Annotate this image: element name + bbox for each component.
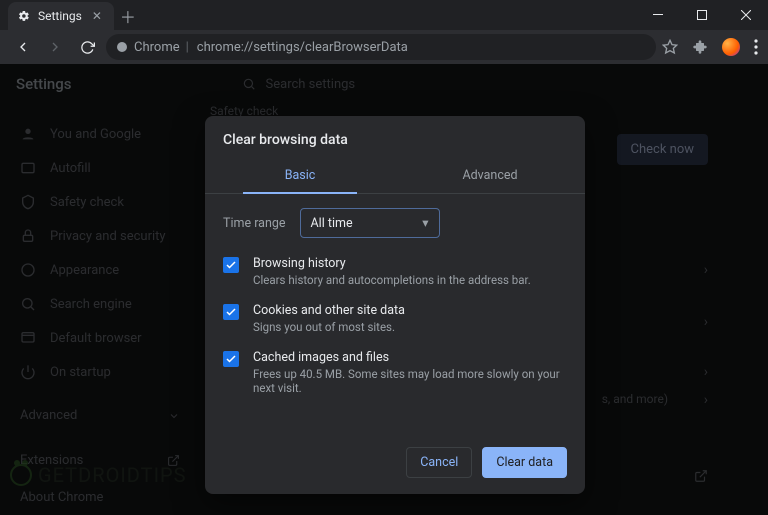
tab-title: Settings — [38, 9, 82, 23]
clear-browsing-data-dialog: Clear browsing data Basic Advanced Time … — [205, 116, 585, 494]
site-info[interactable]: Chrome | — [116, 40, 189, 55]
checkbox-checked-icon[interactable] — [223, 257, 239, 273]
close-window-button[interactable] — [724, 0, 768, 30]
option-subtitle: Frees up 40.5 MB. Some sites may load mo… — [253, 367, 567, 395]
clear-data-button[interactable]: Clear data — [482, 447, 567, 478]
profile-avatar[interactable] — [722, 38, 740, 56]
tab-advanced[interactable]: Advanced — [395, 158, 585, 193]
window-controls — [636, 0, 768, 30]
chevron-down-icon: ▾ — [422, 215, 428, 231]
back-button[interactable] — [10, 34, 36, 60]
option-subtitle: Signs you out of most sites. — [253, 320, 405, 334]
minimize-button[interactable] — [636, 0, 680, 30]
titlebar: Settings ✕ ＋ — [0, 0, 768, 30]
checkbox-checked-icon[interactable] — [223, 351, 239, 367]
maximize-button[interactable] — [680, 0, 724, 30]
option-title: Cached images and files — [253, 350, 567, 365]
option-title: Browsing history — [253, 256, 531, 271]
browser-toolbar: Chrome | chrome://settings/clearBrowserD… — [0, 30, 768, 64]
option-subtitle: Clears history and autocompletions in th… — [253, 273, 531, 287]
option-title: Cookies and other site data — [253, 303, 405, 318]
extensions-icon[interactable] — [692, 39, 708, 55]
option-browsing-history[interactable]: Browsing history Clears history and auto… — [223, 256, 567, 287]
browser-tab-settings[interactable]: Settings ✕ — [8, 2, 114, 30]
gear-icon — [18, 10, 30, 22]
settings-page: Settings Search settings Safety check Yo… — [0, 64, 768, 515]
option-cookies[interactable]: Cookies and other site data Signs you ou… — [223, 303, 567, 334]
url-separator: | — [186, 40, 189, 55]
address-bar[interactable]: Chrome | chrome://settings/clearBrowserD… — [106, 34, 656, 60]
time-range-label: Time range — [223, 216, 286, 231]
cancel-button[interactable]: Cancel — [406, 447, 472, 478]
url-path: chrome://settings/clearBrowserData — [197, 40, 408, 55]
chrome-window: Settings ✕ ＋ — [0, 0, 768, 515]
tab-basic[interactable]: Basic — [205, 158, 395, 193]
close-tab-icon[interactable]: ✕ — [90, 9, 104, 23]
menu-icon[interactable] — [754, 39, 758, 55]
time-range-row: Time range All time ▾ — [205, 194, 585, 246]
time-range-value: All time — [311, 216, 353, 231]
bookmark-star-icon[interactable] — [662, 39, 678, 55]
dialog-title: Clear browsing data — [205, 116, 585, 158]
url-scheme: Chrome — [134, 40, 180, 55]
reload-button[interactable] — [74, 34, 100, 60]
checkbox-checked-icon[interactable] — [223, 304, 239, 320]
option-cache[interactable]: Cached images and files Frees up 40.5 MB… — [223, 350, 567, 395]
tab-strip: Settings ✕ ＋ — [0, 0, 636, 30]
dialog-tabs: Basic Advanced — [205, 158, 585, 194]
clear-options-list: Browsing history Clears history and auto… — [205, 246, 585, 403]
dialog-buttons: Cancel Clear data — [205, 403, 585, 494]
new-tab-button[interactable]: ＋ — [114, 2, 142, 30]
chrome-logo-icon — [116, 41, 128, 53]
toolbar-right — [662, 38, 758, 56]
time-range-select[interactable]: All time ▾ — [300, 208, 440, 238]
forward-button[interactable] — [42, 34, 68, 60]
